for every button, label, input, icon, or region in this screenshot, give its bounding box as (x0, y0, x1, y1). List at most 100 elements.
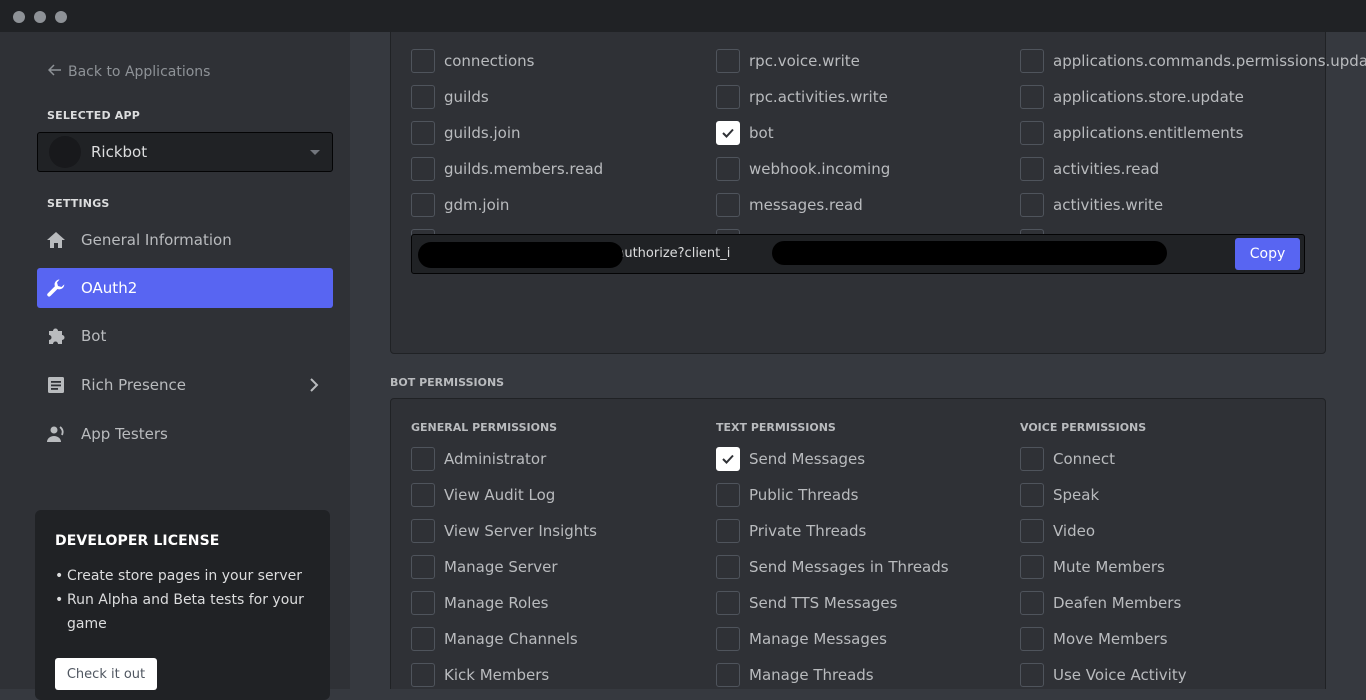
checkbox[interactable] (411, 49, 435, 73)
checkbox-row-applications-store-update[interactable]: applications.store.update (1020, 85, 1244, 109)
sidebar-item-rich-presence[interactable]: Rich Presence (37, 365, 333, 405)
checkbox-row-connections[interactable]: connections (411, 49, 534, 73)
window-zoom-button[interactable] (55, 11, 67, 23)
checkbox[interactable] (1020, 555, 1044, 579)
checkbox[interactable] (411, 447, 435, 471)
window-minimize-button[interactable] (34, 11, 46, 23)
checkbox-row-public-threads[interactable]: Public Threads (716, 483, 858, 507)
checkbox[interactable] (716, 555, 740, 579)
checkbox[interactable] (1020, 627, 1044, 651)
checkbox-row-applications-entitlements[interactable]: applications.entitlements (1020, 121, 1243, 145)
checkbox-row-kick-members[interactable]: Kick Members (411, 663, 549, 687)
checkbox[interactable] (411, 591, 435, 615)
checkbox-row-send-messages[interactable]: Send Messages (716, 447, 865, 471)
checkbox[interactable] (1020, 447, 1044, 471)
checkbox[interactable] (411, 663, 435, 687)
window-titlebar (0, 0, 1366, 32)
checkbox[interactable] (1020, 483, 1044, 507)
checkmark-icon (720, 125, 736, 141)
checkbox[interactable] (411, 85, 435, 109)
checkbox-row-send-messages-in-threads[interactable]: Send Messages in Threads (716, 555, 949, 579)
checkbox-row-manage-channels[interactable]: Manage Channels (411, 627, 578, 651)
checkbox[interactable] (411, 627, 435, 651)
checkbox[interactable] (1020, 591, 1044, 615)
checkbox-row-webhook-incoming[interactable]: webhook.incoming (716, 157, 890, 181)
checkbox[interactable] (1020, 663, 1044, 687)
checkbox[interactable] (1020, 49, 1044, 73)
app-selector[interactable]: Rickbot (37, 132, 333, 172)
checkbox-row-applications-commands-permissions-update[interactable]: applications.commands.permissions.update (1020, 49, 1366, 73)
checkbox-row-manage-threads[interactable]: Manage Threads (716, 663, 874, 687)
sidebar-item-bot[interactable]: Bot (37, 316, 333, 356)
checkbox-row-view-audit-log[interactable]: View Audit Log (411, 483, 555, 507)
checkbox-row-video[interactable]: Video (1020, 519, 1095, 543)
checkbox[interactable] (411, 555, 435, 579)
check-it-out-button[interactable]: Check it out (55, 658, 157, 690)
checkbox-row-send-tts-messages[interactable]: Send TTS Messages (716, 591, 897, 615)
checkbox[interactable] (716, 447, 740, 471)
copy-button[interactable]: Copy (1235, 238, 1300, 270)
checkbox-row-bot[interactable]: bot (716, 121, 774, 145)
checkbox[interactable] (411, 519, 435, 543)
checkbox-label: applications.entitlements (1053, 124, 1244, 142)
checkbox-row-move-members[interactable]: Move Members (1020, 627, 1168, 651)
checkbox[interactable] (1020, 121, 1044, 145)
sidebar-item-label: OAuth2 (81, 279, 138, 297)
checkbox-row-guilds-members-read[interactable]: guilds.members.read (411, 157, 603, 181)
generated-url-field[interactable]: /authorize?client_i Copy (411, 234, 1305, 274)
checkbox-label: activities.read (1053, 160, 1160, 178)
checkbox[interactable] (1020, 519, 1044, 543)
checkbox-row-manage-roles[interactable]: Manage Roles (411, 591, 549, 615)
checkbox[interactable] (716, 121, 740, 145)
checkbox-row-manage-messages[interactable]: Manage Messages (716, 627, 887, 651)
checkbox-row-guilds-join[interactable]: guilds.join (411, 121, 521, 145)
checkbox[interactable] (411, 193, 435, 217)
redaction-mark (772, 241, 1167, 265)
checkbox[interactable] (1020, 193, 1044, 217)
checkbox[interactable] (716, 591, 740, 615)
checkbox-row-activities-write[interactable]: activities.write (1020, 193, 1163, 217)
checkbox[interactable] (411, 121, 435, 145)
checkbox[interactable] (716, 193, 740, 217)
checkbox-label: Speak (1053, 486, 1100, 504)
checkbox[interactable] (716, 627, 740, 651)
sidebar-item-app-testers[interactable]: App Testers (37, 414, 333, 454)
checkbox-row-connect[interactable]: Connect (1020, 447, 1115, 471)
checkbox[interactable] (716, 519, 740, 543)
checkbox-label: Connect (1053, 450, 1116, 468)
checkbox-label: Manage Threads (749, 666, 874, 684)
checkbox[interactable] (1020, 157, 1044, 181)
checkbox-row-mute-members[interactable]: Mute Members (1020, 555, 1165, 579)
checkbox-row-administrator[interactable]: Administrator (411, 447, 546, 471)
checkbox-label: Manage Server (444, 558, 558, 576)
checkbox-row-deafen-members[interactable]: Deafen Members (1020, 591, 1181, 615)
checkbox[interactable] (411, 157, 435, 181)
checkbox-row-private-threads[interactable]: Private Threads (716, 519, 866, 543)
checkbox[interactable] (716, 483, 740, 507)
checkbox-row-rpc-activities-write[interactable]: rpc.activities.write (716, 85, 888, 109)
sidebar-item-general-information[interactable]: General Information (37, 220, 333, 260)
checkbox-row-activities-read[interactable]: activities.read (1020, 157, 1159, 181)
checkbox[interactable] (716, 663, 740, 687)
checkbox[interactable] (716, 157, 740, 181)
window-close-button[interactable] (13, 11, 25, 23)
checkbox[interactable] (716, 49, 740, 73)
checkbox-label: guilds.members.read (444, 160, 604, 178)
checkbox[interactable] (411, 483, 435, 507)
checkbox[interactable] (716, 85, 740, 109)
checkbox-row-view-server-insights[interactable]: View Server Insights (411, 519, 597, 543)
generated-url-text: /authorize?client_i (612, 246, 731, 261)
checkbox-row-rpc-voice-write[interactable]: rpc.voice.write (716, 49, 860, 73)
checkbox-label: Kick Members (444, 666, 550, 684)
checkbox-label: gdm.join (444, 196, 510, 214)
sidebar-item-oauth2[interactable]: OAuth2 (37, 268, 333, 308)
checkbox-row-gdm-join[interactable]: gdm.join (411, 193, 509, 217)
checkbox-row-manage-server[interactable]: Manage Server (411, 555, 558, 579)
checkbox-row-speak[interactable]: Speak (1020, 483, 1099, 507)
back-to-applications-link[interactable]: Back to Applications (47, 64, 210, 80)
checkbox-row-use-voice-activity[interactable]: Use Voice Activity (1020, 663, 1187, 687)
checkbox[interactable] (1020, 85, 1044, 109)
license-title: DEVELOPER LICENSE (55, 533, 220, 549)
checkbox-row-messages-read[interactable]: messages.read (716, 193, 863, 217)
checkbox-row-guilds[interactable]: guilds (411, 85, 489, 109)
